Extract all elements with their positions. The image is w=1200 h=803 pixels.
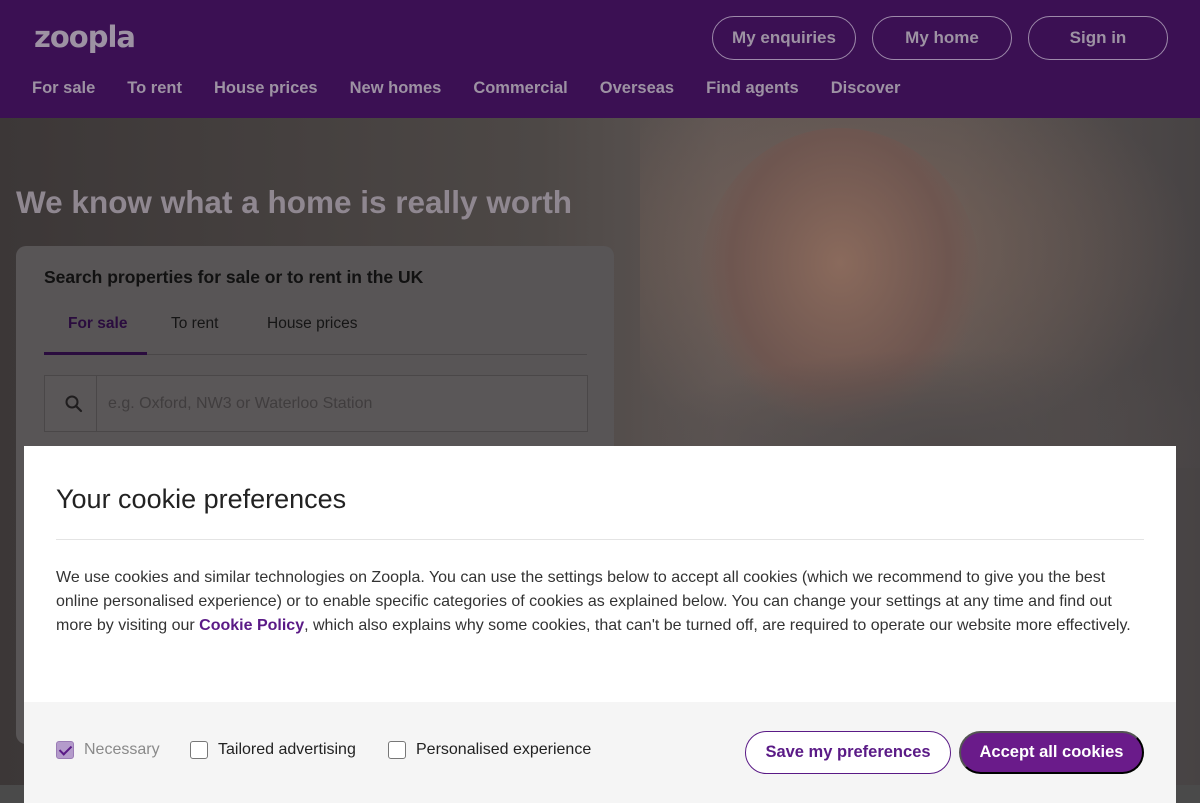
tailored-advertising-label[interactable]: Tailored advertising [218, 741, 356, 759]
modal-description-text-end: , which also explains why some cookies, … [304, 617, 1131, 634]
nav-for-sale[interactable]: For sale [32, 79, 95, 98]
search-box [44, 375, 607, 432]
modal-description: We use cookies and similar technologies … [56, 566, 1146, 638]
nav-discover[interactable]: Discover [831, 79, 901, 98]
cookie-preferences-modal: Your cookie preferences We use cookies a… [24, 446, 1176, 803]
personalised-experience-label[interactable]: Personalised experience [416, 741, 591, 759]
nav-house-prices[interactable]: House prices [214, 79, 318, 98]
modal-title: Your cookie preferences [56, 484, 347, 514]
active-tab-indicator [44, 352, 147, 355]
nav-find-agents[interactable]: Find agents [706, 79, 799, 98]
hero-title: We know what a home is really worth [16, 184, 573, 220]
personalised-experience-checkbox[interactable] [388, 741, 406, 759]
modal-footer: Necessary Tailored advertising Personali… [24, 702, 1176, 803]
site-header: zoopla My enquiries My home Sign in For … [0, 0, 1200, 118]
tailored-advertising-option[interactable]: Tailored advertising [190, 741, 356, 759]
location-search-input[interactable] [97, 376, 607, 431]
tab-house-prices[interactable]: House prices [267, 315, 357, 333]
modal-divider [56, 539, 1144, 540]
accept-all-cookies-button[interactable]: Accept all cookies [959, 731, 1144, 774]
tab-to-rent[interactable]: To rent [171, 315, 218, 333]
my-home-button[interactable]: My home [872, 16, 1012, 60]
main-nav: For sale To rent House prices New homes … [32, 79, 900, 98]
personalised-experience-option[interactable]: Personalised experience [388, 741, 591, 759]
sign-in-button[interactable]: Sign in [1028, 16, 1168, 60]
my-enquiries-button[interactable]: My enquiries [712, 16, 856, 60]
nav-new-homes[interactable]: New homes [350, 79, 442, 98]
nav-overseas[interactable]: Overseas [600, 79, 674, 98]
zoopla-logo[interactable]: zoopla [34, 20, 136, 54]
nav-to-rent[interactable]: To rent [127, 79, 182, 98]
tab-for-sale[interactable]: For sale [68, 315, 127, 333]
necessary-label: Necessary [84, 741, 160, 758]
tailored-advertising-checkbox[interactable] [190, 741, 208, 759]
necessary-option: Necessary [56, 741, 160, 759]
save-preferences-button[interactable]: Save my preferences [745, 731, 951, 774]
search-heading: Search properties for sale or to rent in… [44, 267, 424, 287]
necessary-checkbox [56, 741, 74, 759]
cookie-policy-link[interactable]: Cookie Policy [199, 617, 304, 634]
search-icon[interactable] [64, 394, 84, 414]
search-tabs: For sale To rent House prices [44, 306, 587, 355]
nav-commercial[interactable]: Commercial [473, 79, 567, 98]
